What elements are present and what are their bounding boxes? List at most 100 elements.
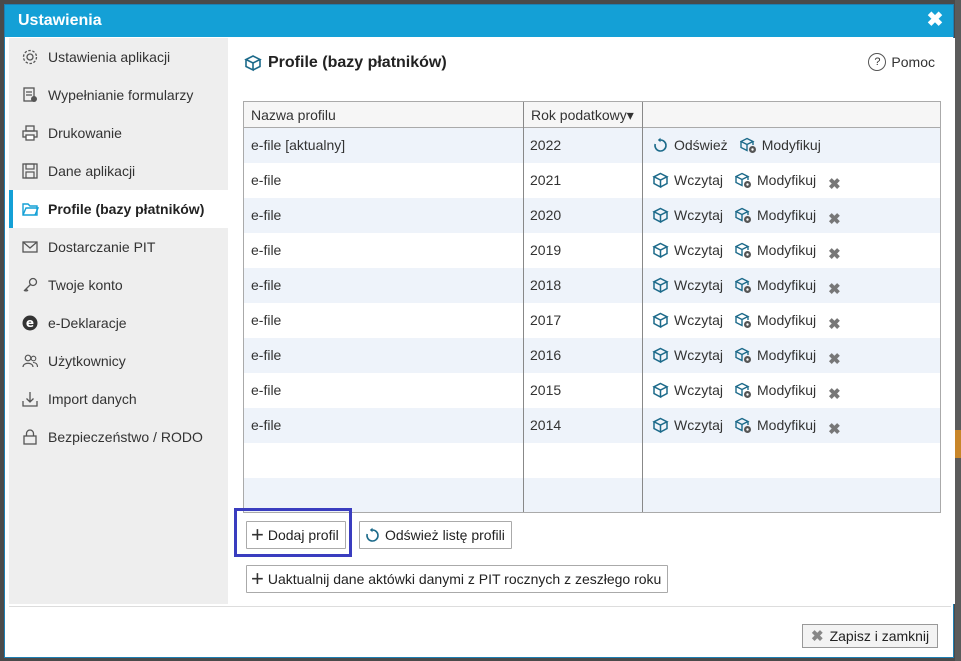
delete-icon[interactable]: ✖ bbox=[828, 202, 841, 237]
load-profile-button[interactable]: Wczytaj bbox=[652, 303, 723, 338]
table-row[interactable]: e-file 2017 Wczytaj Modyfikuj ✖ bbox=[244, 303, 940, 338]
delete-icon[interactable]: ✖ bbox=[828, 307, 841, 342]
table-row[interactable]: e-file 2020 Wczytaj Modyfikuj ✖ bbox=[244, 198, 940, 233]
box-gear-icon bbox=[735, 172, 751, 188]
box-icon bbox=[244, 55, 262, 72]
table-row[interactable]: e-file [aktualny] 2022 Odśwież Modyfikuj bbox=[244, 128, 940, 163]
help-link[interactable]: ? Pomoc bbox=[868, 53, 935, 71]
modify-profile-button[interactable]: Modyfikuj bbox=[735, 373, 816, 408]
delete-icon[interactable]: ✖ bbox=[828, 342, 841, 377]
sidebar-item[interactable]: e e-Deklaracje bbox=[9, 304, 228, 342]
e-icon: e bbox=[21, 314, 39, 332]
actions-cell: Odśwież Modyfikuj bbox=[642, 128, 940, 163]
sidebar-item[interactable]: Wypełnianie formularzy bbox=[9, 76, 228, 114]
printer-icon bbox=[21, 124, 39, 142]
delete-icon[interactable]: ✖ bbox=[828, 272, 841, 307]
load-profile-button[interactable]: Wczytaj bbox=[652, 268, 723, 303]
sidebar-item[interactable]: Twoje konto bbox=[9, 266, 228, 304]
actions-cell: Wczytaj Modyfikuj ✖ bbox=[642, 268, 940, 303]
save-and-close-button[interactable]: ✖ Zapisz i zamknij bbox=[802, 624, 939, 648]
sidebar-item[interactable]: Ustawienia aplikacji bbox=[9, 38, 228, 76]
profile-name-cell: e-file bbox=[251, 242, 282, 258]
box-icon bbox=[652, 242, 669, 259]
sidebar-item-label: Ustawienia aplikacji bbox=[48, 49, 171, 65]
action-label: Modyfikuj bbox=[757, 242, 817, 258]
load-profile-button[interactable]: Wczytaj bbox=[652, 163, 723, 198]
help-icon: ? bbox=[868, 53, 887, 71]
close-icon[interactable]: ✖ bbox=[925, 10, 945, 30]
load-profile-button[interactable]: Wczytaj bbox=[652, 373, 723, 408]
profile-name-cell: e-file bbox=[251, 172, 282, 188]
sidebar-item[interactable]: Dostarczanie PIT bbox=[9, 228, 228, 266]
modify-profile-button[interactable]: Modyfikuj bbox=[735, 198, 816, 233]
sidebar-item[interactable]: Import danych bbox=[9, 380, 228, 418]
lock-icon bbox=[21, 428, 39, 446]
table-row[interactable]: e-file 2019 Wczytaj Modyfikuj ✖ bbox=[244, 233, 940, 268]
modify-profile-button[interactable]: Modyfikuj bbox=[739, 128, 821, 163]
profile-name-cell: e-file [aktualny] bbox=[251, 137, 346, 153]
tax-year-cell: 2020 bbox=[530, 207, 562, 223]
table-row[interactable]: e-file 2014 Wczytaj Modyfikuj ✖ bbox=[244, 408, 940, 443]
sidebar-item-label: Import danych bbox=[48, 391, 137, 407]
delete-icon[interactable]: ✖ bbox=[828, 412, 841, 447]
plus-icon: + bbox=[251, 522, 264, 547]
backdrop-accent bbox=[955, 430, 961, 458]
column-header-year[interactable]: Rok podatkowy▾ bbox=[523, 102, 642, 128]
refresh-icon bbox=[654, 137, 667, 152]
action-label: Modyfikuj bbox=[761, 137, 821, 153]
action-label: Wczytaj bbox=[674, 347, 723, 363]
modify-profile-button[interactable]: Modyfikuj bbox=[735, 268, 816, 303]
delete-icon[interactable]: ✖ bbox=[828, 167, 841, 202]
sidebar-item-label: Twoje konto bbox=[48, 277, 123, 293]
modify-profile-button[interactable]: Modyfikuj bbox=[735, 303, 816, 338]
settings-dialog: Ustawienia ✖ Ustawienia aplikacji Wypełni… bbox=[4, 4, 955, 658]
column-divider bbox=[523, 102, 524, 512]
box-icon bbox=[652, 172, 669, 189]
sidebar-item[interactable]: Profile (bazy płatników) bbox=[9, 190, 228, 228]
plus-icon: + bbox=[251, 566, 264, 591]
action-label: Wczytaj bbox=[674, 172, 723, 188]
table-row bbox=[244, 478, 940, 512]
sidebar-item[interactable]: Dane aplikacji bbox=[9, 152, 228, 190]
load-profile-button[interactable]: Wczytaj bbox=[652, 338, 723, 373]
save-icon bbox=[21, 162, 39, 180]
delete-icon[interactable]: ✖ bbox=[828, 237, 841, 272]
dialog-titlebar: Ustawienia ✖ bbox=[5, 5, 953, 37]
table-row[interactable]: e-file 2021 Wczytaj Modyfikuj ✖ bbox=[244, 163, 940, 198]
load-profile-button[interactable]: Wczytaj bbox=[652, 233, 723, 268]
modify-profile-button[interactable]: Modyfikuj bbox=[735, 163, 816, 198]
load-profile-button[interactable]: Wczytaj bbox=[652, 408, 723, 443]
envelope-icon bbox=[21, 238, 39, 256]
delete-icon[interactable]: ✖ bbox=[828, 377, 841, 412]
box-gear-icon bbox=[735, 312, 751, 328]
sidebar-item-label: Drukowanie bbox=[48, 125, 122, 141]
sidebar-item[interactable]: Użytkownicy bbox=[9, 342, 228, 380]
form-icon bbox=[21, 86, 39, 104]
add-profile-label: Dodaj profil bbox=[267, 527, 339, 543]
modify-profile-button[interactable]: Modyfikuj bbox=[735, 338, 816, 373]
column-header-name[interactable]: Nazwa profilu bbox=[244, 102, 523, 128]
actions-cell: Wczytaj Modyfikuj ✖ bbox=[642, 408, 940, 443]
actions-cell: Wczytaj Modyfikuj ✖ bbox=[642, 338, 940, 373]
table-row[interactable]: e-file 2018 Wczytaj Modyfikuj ✖ bbox=[244, 268, 940, 303]
modify-profile-button[interactable]: Modyfikuj bbox=[735, 233, 816, 268]
modify-profile-button[interactable]: Modyfikuj bbox=[735, 408, 816, 443]
tax-year-cell: 2018 bbox=[530, 277, 562, 293]
sidebar-item[interactable]: Bezpieczeństwo / RODO bbox=[9, 418, 228, 456]
box-gear-icon bbox=[735, 347, 751, 363]
sidebar-item[interactable]: Drukowanie bbox=[9, 114, 228, 152]
add-profile-button[interactable]: + Dodaj profil bbox=[246, 521, 346, 549]
actions-cell: Wczytaj Modyfikuj ✖ bbox=[642, 373, 940, 408]
box-icon bbox=[652, 207, 669, 224]
save-and-close-label: Zapisz i zamknij bbox=[829, 628, 930, 644]
table-row[interactable]: e-file 2015 Wczytaj Modyfikuj ✖ bbox=[244, 373, 940, 408]
load-profile-button[interactable]: Wczytaj bbox=[652, 198, 723, 233]
box-gear-icon bbox=[735, 207, 751, 223]
table-row[interactable]: e-file 2016 Wczytaj Modyfikuj ✖ bbox=[244, 338, 940, 373]
action-label: Modyfikuj bbox=[757, 312, 817, 328]
tax-year-cell: 2017 bbox=[530, 312, 562, 328]
update-briefcase-button[interactable]: + Uaktualnij dane aktówki danymi z PIT r… bbox=[246, 565, 669, 593]
refresh-list-button[interactable]: Odśwież listę profili bbox=[359, 521, 512, 549]
refresh-profile-button[interactable]: Odśwież bbox=[652, 128, 728, 163]
box-gear-icon bbox=[735, 277, 751, 293]
